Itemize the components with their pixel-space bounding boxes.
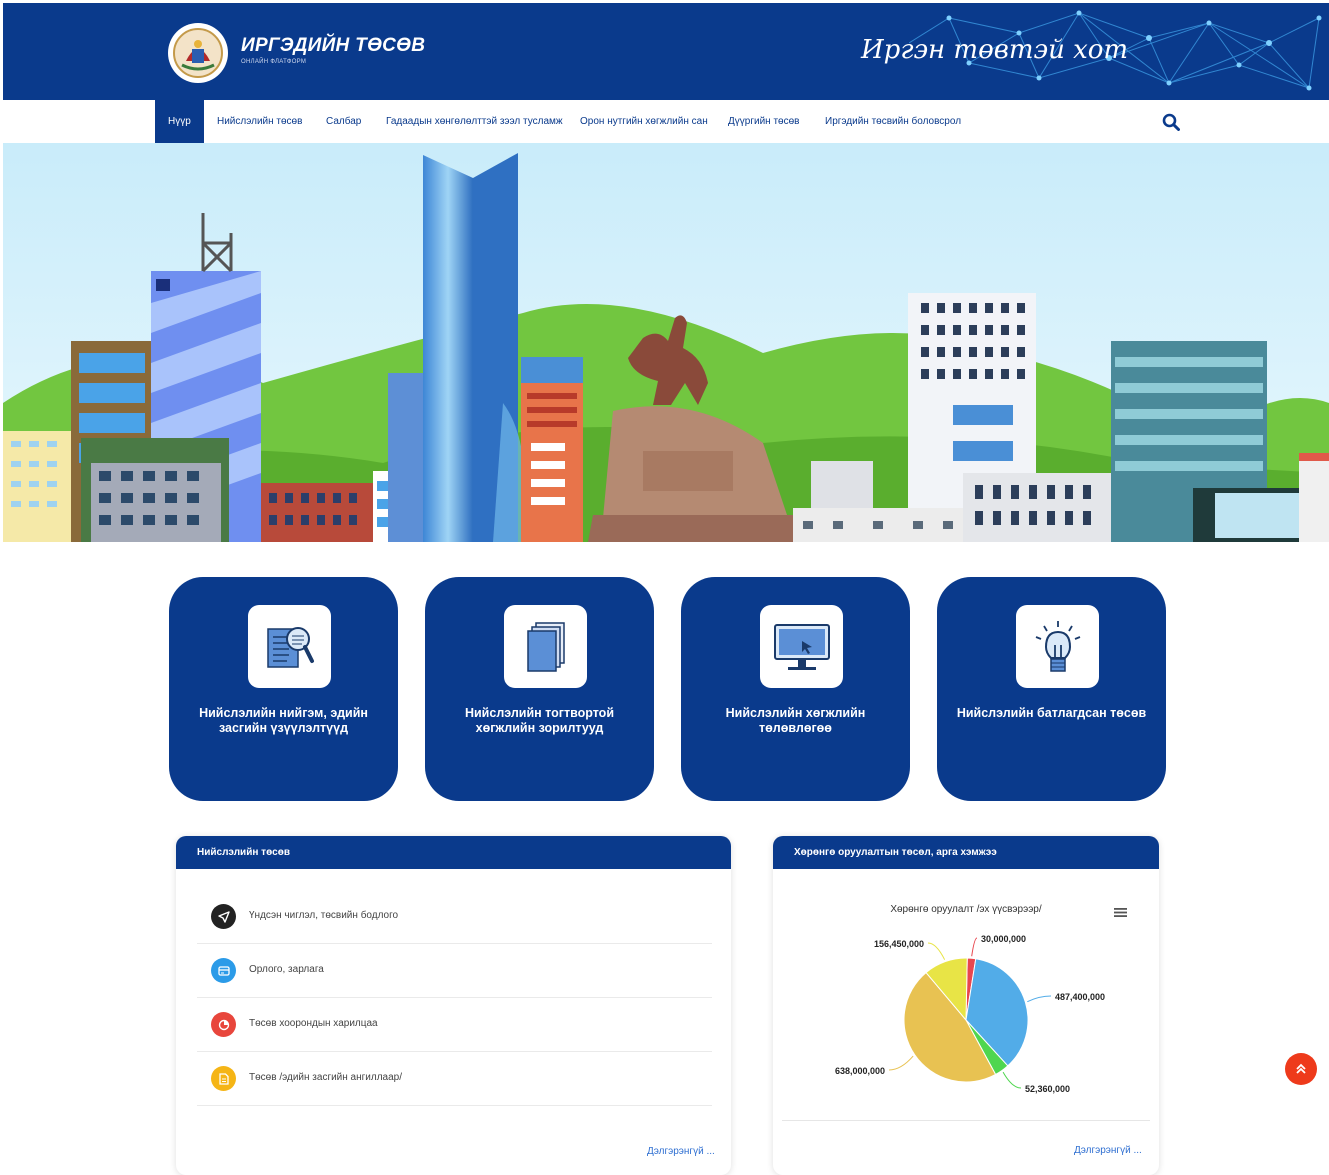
card-development-plan[interactable]: Нийслэлийн хөгжлийн төлөвлөгөө (681, 577, 910, 801)
investment-pie-chart: 30,000,000 487,400,000 52,360,000 638,000,0… (835, 934, 1105, 1094)
lightbulb-icon (1016, 605, 1099, 688)
nav-item-foreign-loans[interactable]: Гадаадын хөнгөлөлттэй зээл тусламж (386, 100, 563, 143)
card-label: Нийслэлийн тогтвортой хөгжлийн зорилтууд (464, 706, 615, 735)
investment-panel: Хөрөнгө оруулалтын төсөл, арга хэмжээ Хө… (773, 836, 1159, 1175)
card-label: Нийслэлийн батлагдсан төсөв (956, 706, 1147, 720)
card-icon (211, 958, 236, 983)
list-item-economic-classification[interactable]: Төсөв /эдийн засгийн ангиллаар/ (197, 1052, 712, 1106)
documents-icon (504, 605, 587, 688)
nav-item-local-fund[interactable]: Орон нутгийн хөгжлийн сан (580, 100, 708, 143)
list-item-label: Төсөв /эдийн засгийн ангиллаар/ (249, 1072, 403, 1083)
list-item-label: Орлого, зарлага (249, 964, 324, 975)
scroll-to-top-button[interactable] (1285, 1053, 1317, 1085)
card-socio-economic-indicators[interactable]: Нийслэлийн нийгэм, эдийн засгийн үзүүлэл… (169, 577, 398, 801)
pie-data-label: 30,000,000 (981, 934, 1026, 944)
main-nav: Нүүр Нийслэлийн төсөв Салбар Гадаадын хө… (0, 100, 1329, 143)
list-item-label: Үндсэн чиглэл, төсвийн бодлого (249, 910, 399, 921)
pie-connector (971, 937, 978, 957)
list-item-label: Төсөв хоорондын харилцаа (249, 1018, 378, 1029)
pie-connector (888, 1055, 914, 1071)
hero-banner (3, 143, 1329, 542)
card-approved-budget[interactable]: Нийслэлийн батлагдсан төсөв (937, 577, 1166, 801)
nav-item-capital-budget[interactable]: Нийслэлийн төсөв (217, 100, 302, 143)
list-item-policy[interactable]: Үндсэн чиглэл, төсвийн бодлого (197, 890, 712, 944)
send-icon (211, 904, 236, 929)
list-item-income-expense[interactable]: Орлого, зарлага (197, 944, 712, 998)
budget-more-link[interactable]: Дэлгэрэнгүй ... (647, 1146, 715, 1157)
pie-data-label: 487,400,000 (1055, 992, 1105, 1002)
city-emblem-logo[interactable] (168, 23, 228, 83)
monitor-icon (760, 605, 843, 688)
list-item-inter-budget[interactable]: Төсөв хоорондын харилцаа (197, 998, 712, 1052)
card-sustainable-development-goals[interactable]: Нийслэлийн тогтвортой хөгжлийн зорилтууд (425, 577, 654, 801)
nav-item-budget-education[interactable]: Иргэдийн төсвийн боловсрол (825, 100, 961, 143)
emblem-icon (173, 28, 223, 78)
pie-connector (927, 942, 946, 960)
file-icon (211, 1066, 236, 1091)
card-label: Нийслэлийн хөгжлийн төлөвлөгөө (725, 706, 866, 735)
brand-title[interactable]: ИРГЭДИЙН ТӨСӨВ (241, 35, 425, 57)
panel-title: Нийслэлийн төсөв (176, 836, 731, 869)
nav-item-district-budget[interactable]: Дүүргийн төсөв (728, 100, 799, 143)
pie-data-label: 52,360,000 (1025, 1084, 1070, 1094)
city-illustration (3, 143, 1329, 542)
pie-connector (1002, 1071, 1022, 1089)
pie-icon (211, 1012, 236, 1037)
pie-connector (1027, 995, 1052, 1003)
slogan-text: Иргэн төвтэй хот (861, 35, 1129, 65)
card-label: Нийслэлийн нийгэм, эдийн засгийн үзүүлэл… (199, 706, 368, 735)
pie-data-label: 156,450,000 (874, 939, 924, 949)
investment-more-link[interactable]: Дэлгэрэнгүй ... (1074, 1145, 1142, 1156)
brand-subtitle: ОНЛАЙН ФЛАТФОРМ (241, 59, 307, 65)
site-header: ИРГЭДИЙН ТӨСӨВ ОНЛАЙН ФЛАТФОРМ Иргэн төв… (3, 3, 1329, 100)
search-document-icon (248, 605, 331, 688)
nav-item-home[interactable]: Нүүр (155, 100, 204, 143)
chevron-up-double-icon (1296, 1063, 1306, 1074)
chart-divider (782, 1120, 1150, 1121)
pie-data-label: 638,000,000 (835, 1066, 885, 1076)
nav-item-sector[interactable]: Салбар (326, 100, 361, 143)
capital-budget-panel: Нийслэлийн төсөв Үндсэн чиглэл, төсвийн … (176, 836, 731, 1175)
search-icon[interactable] (1162, 113, 1180, 131)
